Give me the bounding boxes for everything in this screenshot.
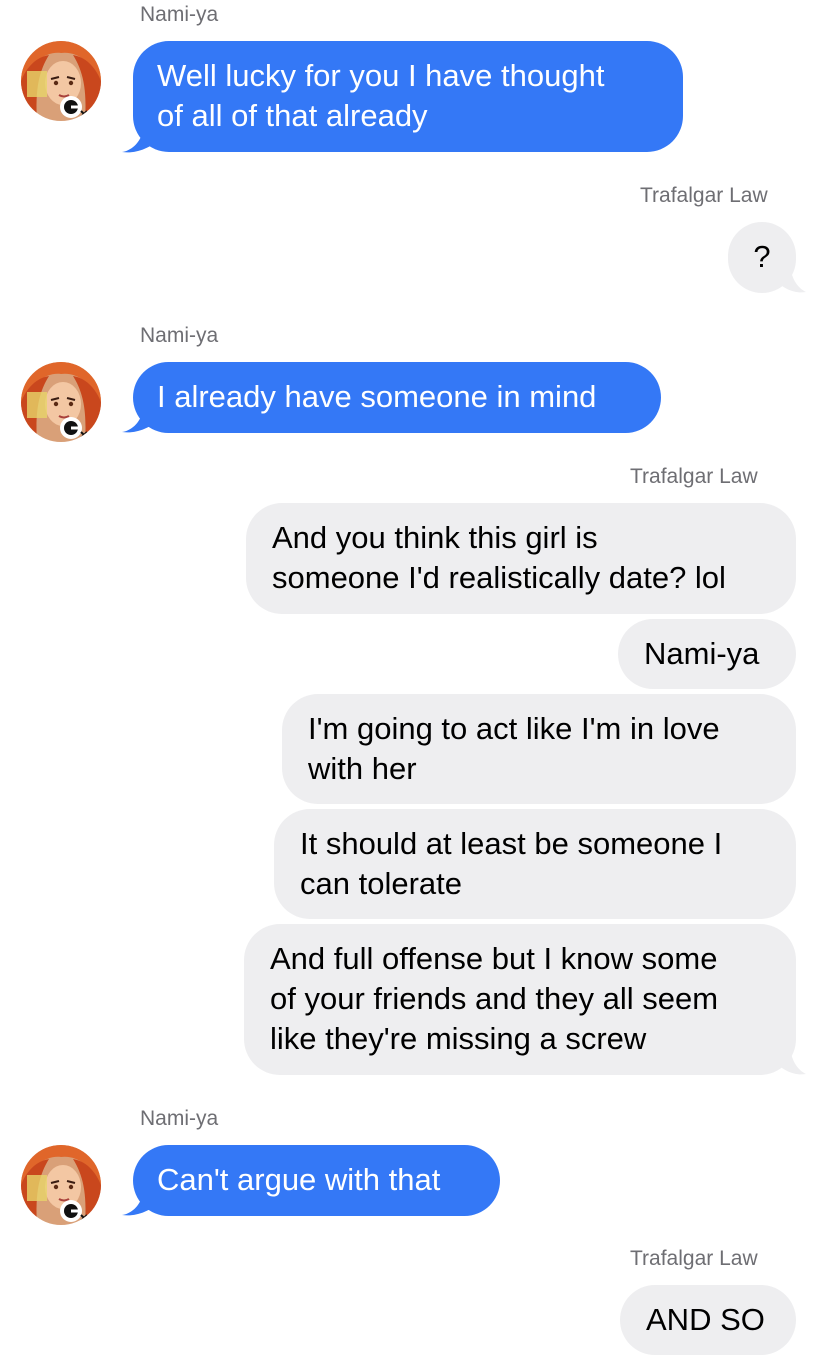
incoming-message-bubble[interactable]: Can't argue with that: [133, 1145, 500, 1216]
message-line: of all of that already: [157, 98, 428, 133]
message-line: AND SO: [646, 1302, 765, 1337]
message-line: And full offense but I know some: [270, 941, 718, 976]
incoming-message-bubble[interactable]: I already have someone in mind: [133, 362, 661, 433]
outgoing-message-bubble[interactable]: AND SO: [620, 1285, 796, 1355]
message-line: with her: [308, 751, 417, 786]
avatar-icon[interactable]: [21, 41, 101, 121]
outgoing-message-bubble[interactable]: I'm going to act like I'm in love with h…: [282, 694, 796, 804]
message-line: someone I'd realistically date? lol: [272, 560, 726, 595]
avatar-icon[interactable]: [21, 362, 101, 442]
message-line: ?: [753, 239, 771, 274]
message-line: Can't argue with that: [157, 1162, 441, 1197]
outgoing-message-bubble[interactable]: Nami-ya: [618, 619, 796, 689]
outgoing-message-bubble[interactable]: And you think this girl is someone I'd r…: [246, 503, 796, 614]
message-line: It should at least be someone I: [300, 826, 723, 861]
avatar-icon[interactable]: [21, 1145, 101, 1225]
outgoing-message-bubble[interactable]: And full offense but I know some of your…: [244, 924, 796, 1075]
sender-name: Nami-ya: [140, 1107, 219, 1130]
message-line: And you think this girl is: [272, 520, 598, 555]
outgoing-message-bubble[interactable]: It should at least be someone I can tole…: [274, 809, 796, 919]
message-line: I'm going to act like I'm in love: [308, 711, 720, 746]
message-line: like they're missing a screw: [270, 1021, 647, 1056]
outgoing-message-bubble[interactable]: ?: [728, 222, 796, 293]
sender-name: Trafalgar Law: [630, 465, 758, 488]
message-line: Well lucky for you I have thought: [157, 58, 605, 93]
message-line: of your friends and they all seem: [270, 981, 719, 1016]
message-line: I already have someone in mind: [157, 379, 597, 414]
message-line: can tolerate: [300, 866, 462, 901]
sender-name: Nami-ya: [140, 324, 219, 347]
sender-name: Trafalgar Law: [640, 184, 768, 207]
incoming-message-bubble[interactable]: Well lucky for you I have thought of all…: [133, 41, 683, 152]
message-line: Nami-ya: [644, 636, 760, 671]
sender-name: Trafalgar Law: [630, 1247, 758, 1270]
sender-name: Nami-ya: [140, 3, 219, 26]
